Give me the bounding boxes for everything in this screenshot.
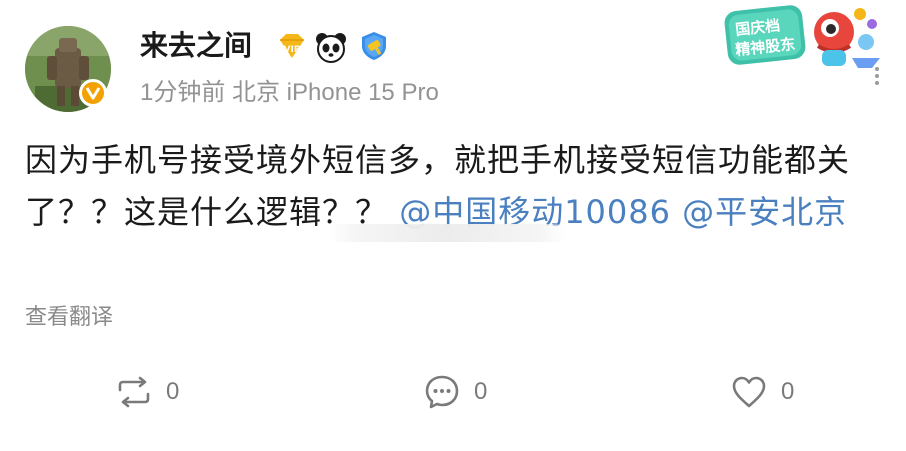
more-options-icon[interactable] [872, 66, 882, 86]
text-blur-overlay [330, 224, 565, 242]
translate-link[interactable]: 查看翻译 [25, 302, 113, 334]
shield-badge-icon[interactable] [358, 30, 390, 62]
comment-button[interactable]: 0 [424, 370, 487, 414]
repost-icon [118, 376, 150, 408]
panda-badge-icon[interactable] [314, 30, 348, 64]
like-heart-icon [732, 376, 766, 408]
repost-button[interactable]: 0 [116, 370, 179, 414]
vip-badge-icon[interactable]: VIP [276, 30, 308, 62]
comment-icon [425, 375, 459, 409]
mention-pingan-beijing[interactable]: @平安北京 [682, 193, 847, 231]
like-count: 0 [781, 378, 795, 405]
post-meta: 1分钟前 北京 iPhone 15 Pro [140, 79, 439, 106]
comment-count: 0 [474, 378, 488, 405]
post-content: 因为手机号接受境外短信多，就把手机接受短信功能都关了？？这是什么逻辑？？ @中国… [25, 134, 885, 238]
repost-count: 0 [166, 378, 180, 405]
national-day-sticker-icon[interactable]: 国庆档 精神股东 [722, 2, 884, 74]
like-button[interactable]: 0 [731, 370, 794, 414]
svg-text:VIP: VIP [284, 45, 301, 55]
verified-v-icon [79, 79, 107, 107]
username[interactable]: 来去之间 [140, 26, 252, 66]
